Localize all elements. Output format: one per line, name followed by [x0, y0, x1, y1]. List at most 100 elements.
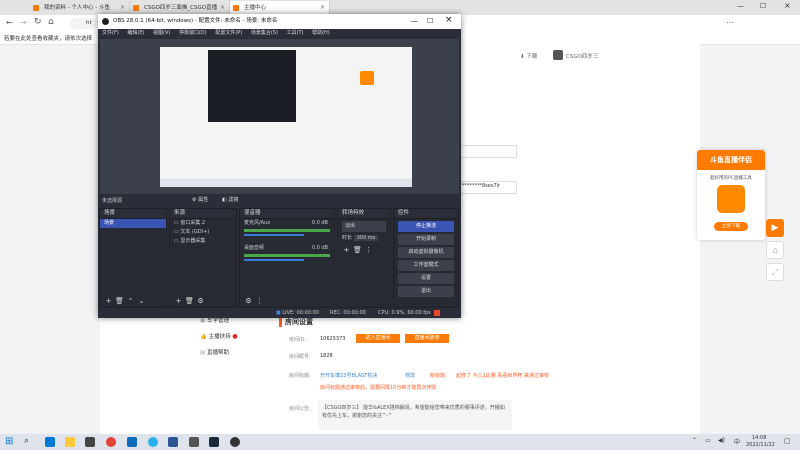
- more-icon[interactable]: ⋮: [255, 297, 264, 306]
- source-item[interactable]: ▭ 显示器采集: [170, 237, 236, 246]
- obs-window[interactable]: OBS 28.0.1 (64-bit, windows) - 配置文件: 未命名…: [98, 14, 461, 318]
- menu-view[interactable]: 视图(V): [153, 30, 170, 36]
- exit-button[interactable]: 退出: [398, 286, 454, 297]
- forward-icon[interactable]: →: [20, 18, 27, 27]
- close-icon[interactable]: ×: [220, 1, 225, 15]
- trash-icon[interactable]: 🗑: [185, 297, 194, 306]
- add-icon[interactable]: +: [104, 297, 113, 306]
- tab-anchor-center[interactable]: 主播中心 ×: [230, 1, 330, 15]
- stop-streaming-button[interactable]: 停止推流: [398, 221, 454, 232]
- sidebar-item-help[interactable]: ▤ 直播帮助: [200, 348, 229, 356]
- source-item[interactable]: ▭ 窗口采集 2: [170, 219, 236, 228]
- up-icon[interactable]: ⌃: [126, 297, 135, 306]
- obs-icon[interactable]: [230, 437, 240, 447]
- trash-icon[interactable]: 🗑: [353, 246, 362, 255]
- more-icon[interactable]: ⋮: [364, 246, 373, 255]
- maximize-icon[interactable]: ☐: [427, 14, 433, 29]
- start-recording-button[interactable]: 开始录制: [398, 234, 454, 245]
- close-icon[interactable]: ×: [320, 1, 325, 15]
- stream-url-field[interactable]: [455, 145, 517, 158]
- notice-textarea[interactable]: 【CSGO四岁三】 能华&ALEX搭档解说，希望能给您带来优质的赛事评述，开播如…: [318, 400, 512, 430]
- windows-start-icon[interactable]: ⊞: [5, 436, 13, 447]
- room-name-label: 房间昵号:: [289, 354, 311, 360]
- modify-title-link[interactable]: 修改: [405, 372, 415, 379]
- maximize-icon[interactable]: ☐: [760, 2, 766, 10]
- decorate-room-button[interactable]: 直播间装修: [405, 334, 449, 343]
- tab-profile[interactable]: 我的资料 - 个人中心 - 斗鱼 ×: [30, 1, 130, 15]
- download-link[interactable]: ⬇ 下载: [520, 52, 537, 60]
- source-item[interactable]: ▭ 文本 (GDI+): [170, 228, 236, 237]
- menu-scene-collection[interactable]: 场景集合(S): [251, 30, 278, 36]
- network-icon[interactable]: ▭: [705, 437, 711, 444]
- steam-icon[interactable]: [209, 437, 219, 447]
- duration-input[interactable]: 300 ms: [353, 235, 379, 241]
- volume-icon[interactable]: ◀): [718, 437, 725, 444]
- add-icon[interactable]: +: [342, 246, 351, 255]
- filters-button[interactable]: ◧ 滤镜: [222, 196, 238, 203]
- notification-icon[interactable]: ▢: [784, 437, 791, 445]
- menu-file[interactable]: 文件(F): [102, 30, 119, 36]
- minimize-icon[interactable]: —: [411, 14, 418, 29]
- down-icon[interactable]: ⌄: [137, 297, 146, 306]
- nested-ad-icon: [360, 71, 374, 85]
- reload-icon[interactable]: ↻: [34, 17, 42, 27]
- home-icon[interactable]: ⌂: [48, 17, 54, 27]
- duration-label: 时长: [342, 235, 353, 241]
- app-icon[interactable]: [168, 437, 178, 447]
- home-float-icon[interactable]: ⌂: [766, 241, 784, 259]
- gear-icon[interactable]: ⚙: [244, 297, 253, 306]
- ad-download-button[interactable]: 立即下载: [714, 222, 748, 231]
- back-icon[interactable]: ←: [6, 18, 13, 27]
- avatar[interactable]: [553, 50, 563, 60]
- douyu-icon: [133, 5, 139, 11]
- app-icon[interactable]: [189, 437, 199, 447]
- thumb-icon: 👍: [200, 334, 207, 340]
- transition-select[interactable]: 淡出: [342, 221, 386, 232]
- close-window-icon[interactable]: ×: [784, 1, 791, 10]
- virtual-camera-button[interactable]: 启动虚拟摄像机: [398, 247, 454, 258]
- clock-time[interactable]: 14:08: [752, 435, 766, 441]
- app-icon[interactable]: [85, 437, 95, 447]
- address-input[interactable]: ht: [70, 18, 96, 29]
- ad-panel[interactable]: 斗鱼直播伴侣 超好用的PC直播工具 立即下载: [697, 150, 765, 240]
- close-icon[interactable]: ×: [120, 1, 125, 15]
- edge-icon[interactable]: [148, 437, 158, 447]
- studio-mode-button[interactable]: 工作室模式: [398, 260, 454, 271]
- task-view-icon[interactable]: [45, 437, 55, 447]
- ime-indicator[interactable]: 中: [734, 437, 740, 446]
- close-icon[interactable]: ×: [445, 13, 453, 28]
- menu-edit[interactable]: 编辑(E): [127, 30, 144, 36]
- add-icon[interactable]: +: [174, 297, 183, 306]
- sidebar-item-support[interactable]: 👍 主播扶持 ●: [200, 332, 238, 340]
- obs-title-bar[interactable]: OBS 28.0.1 (64-bit, windows) - 配置文件: 未命名…: [98, 14, 461, 29]
- gear-icon[interactable]: ⚙: [196, 297, 205, 306]
- properties-button[interactable]: ⚙ 属性: [192, 196, 208, 203]
- menu-tools[interactable]: 工具(T): [287, 30, 304, 36]
- scene-item[interactable]: 场景: [100, 219, 166, 228]
- menu-help[interactable]: 帮助(H): [312, 30, 330, 36]
- user-name[interactable]: CSGO四岁三: [566, 52, 598, 60]
- volume-meter: [244, 229, 330, 232]
- expand-float-icon[interactable]: ⤢: [766, 263, 784, 281]
- volume-slider[interactable]: [244, 259, 304, 261]
- stream-key-field[interactable]: [455, 181, 517, 194]
- search-icon[interactable]: ⌕: [24, 436, 29, 446]
- live-float-icon[interactable]: ▶: [766, 219, 784, 237]
- menu-docks[interactable]: 停靠窗口(D): [179, 30, 207, 36]
- menu-profile[interactable]: 配置文件(P): [215, 30, 242, 36]
- obs-preview[interactable]: [100, 39, 459, 194]
- chrome-icon[interactable]: [106, 437, 116, 447]
- menu-icon[interactable]: ⋯: [726, 18, 734, 27]
- settings-button[interactable]: 设置: [398, 273, 454, 284]
- file-explorer-icon[interactable]: [65, 437, 75, 447]
- nested-taskbar: [160, 179, 412, 187]
- mixer-track: 麦克风/Aux 0.0 dB: [240, 219, 334, 228]
- tab-csgo[interactable]: CSGO四岁三面佛_CSGO直播 ×: [130, 1, 230, 15]
- volume-slider[interactable]: [244, 234, 304, 236]
- minimize-icon[interactable]: —: [737, 2, 744, 10]
- app-icon[interactable]: [127, 437, 137, 447]
- trash-icon[interactable]: 🗑: [115, 297, 124, 306]
- clock-date[interactable]: 2022/11/22: [746, 442, 775, 448]
- enter-room-button[interactable]: 进入直播间: [356, 334, 400, 343]
- tray-up-icon[interactable]: ⌃: [692, 437, 697, 444]
